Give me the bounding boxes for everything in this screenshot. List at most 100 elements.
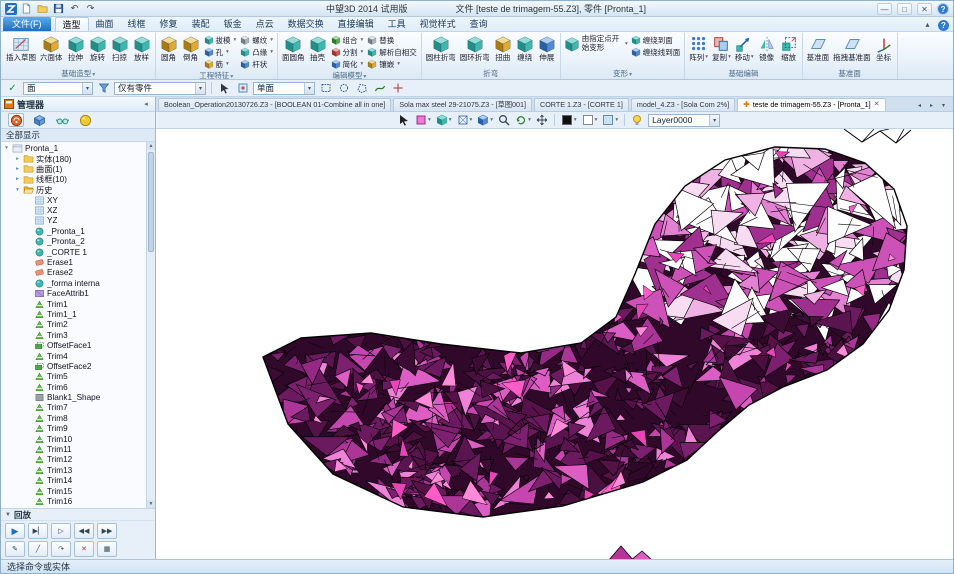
tab-list-icon[interactable]: ▾ (938, 100, 949, 111)
ribbon-small-button[interactable]: 简化▾ (329, 58, 366, 70)
viewport-canvas[interactable] (156, 129, 953, 559)
rewind-button[interactable]: ◀◀ (74, 523, 94, 539)
scope-filter-combo[interactable]: 仅有零件 ▾ (114, 82, 206, 95)
ribbon-small-button[interactable]: 筋▾ (202, 58, 239, 70)
ribbon-button[interactable]: 倒角 (180, 33, 202, 63)
ribbon-button[interactable]: 基准面 (805, 33, 832, 63)
doc-tab[interactable]: Sola max steel 29-21075.Z3 - [草图001] (393, 98, 532, 111)
tree-item[interactable]: Trim10 (2, 434, 145, 444)
sole-mesh-model[interactable] (259, 129, 925, 521)
minimize-button[interactable]: — (877, 3, 892, 15)
tree-item[interactable]: Trim1 (2, 299, 145, 309)
face-color-icon[interactable]: ▾ (580, 113, 600, 127)
ribbon-small-button[interactable]: 杆状 (238, 58, 275, 70)
expander-icon[interactable]: ▸ (14, 156, 21, 162)
ribbon-button[interactable]: 由指定点开始变形▾ (563, 33, 629, 54)
ribbon-small-button[interactable]: 分割▾ (329, 46, 366, 58)
doc-tab[interactable]: ✚teste de trimagem-55.Z3 - [Pronta_1]✕ (737, 98, 885, 111)
tree-item[interactable]: _CORTE 1 (2, 247, 145, 257)
circle-pick-icon[interactable] (336, 81, 351, 95)
ribbon-small-button[interactable]: 镶嵌▾ (365, 58, 419, 70)
ribbon-button[interactable]: 旋转 (87, 33, 109, 63)
menu-tab[interactable]: 点云 (249, 17, 281, 31)
select-arrow-icon[interactable] (396, 113, 412, 127)
pick-last-icon[interactable] (235, 81, 250, 95)
polygon-pick-icon[interactable] (354, 81, 369, 95)
ribbon-button[interactable]: 拉伸 (65, 33, 87, 63)
menu-tab[interactable]: 线框 (121, 17, 153, 31)
expander-icon[interactable]: ▸ (14, 176, 21, 182)
rotate-view-icon[interactable]: ▾ (513, 113, 533, 127)
tree-item[interactable]: Trim14 (2, 476, 145, 486)
tree-item[interactable]: Trim9 (2, 424, 145, 434)
edge-color-icon[interactable]: ▾ (559, 113, 579, 127)
menu-tab[interactable]: 工具 (381, 17, 413, 31)
tree-item[interactable]: Trim15 (2, 486, 145, 496)
help-button[interactable]: ? (937, 3, 949, 15)
maximize-button[interactable]: □ (897, 3, 912, 15)
tree-item[interactable]: Erase2 (2, 268, 145, 278)
tree-item[interactable]: Trim1_1 (2, 309, 145, 319)
visibility-manager-tab[interactable] (54, 113, 70, 127)
expander-icon[interactable]: ▾ (3, 145, 10, 151)
ribbon-button[interactable]: 移动▾ (733, 33, 756, 63)
view-orientation-icon[interactable]: ▾ (475, 113, 495, 127)
tree-item[interactable]: ▾历史 (2, 185, 145, 195)
window-pick-icon[interactable] (318, 81, 333, 95)
tab-scroll-left-icon[interactable]: ◂ (914, 100, 925, 111)
menu-tab[interactable]: 装配 (185, 17, 217, 31)
tree-item[interactable]: ▸实体(180) (2, 153, 145, 163)
ribbon-small-button[interactable]: 孔▾ (202, 46, 239, 58)
ribbon-small-button[interactable]: 螺纹▾ (238, 34, 275, 46)
background-color-icon[interactable]: ▾ (600, 113, 620, 127)
scroll-down-icon[interactable]: ▼ (147, 500, 155, 508)
confirm-icon[interactable]: ✓ (5, 81, 20, 95)
menu-tab[interactable]: 数据交换 (281, 17, 331, 31)
ribbon-button[interactable]: 缩放 (778, 33, 800, 63)
ribbon-small-button[interactable]: 替换 (365, 34, 419, 46)
close-button[interactable]: ✕ (917, 3, 932, 15)
ribbon-small-button[interactable]: 缠绕到面 (629, 34, 683, 46)
forward-button[interactable]: ▶▶ (97, 523, 117, 539)
layer-bulb-icon[interactable] (629, 113, 645, 127)
history-manager-tab[interactable] (8, 113, 24, 127)
play-to-button[interactable]: ▶▏ (28, 523, 48, 539)
close-tab-icon[interactable]: ✕ (874, 99, 880, 111)
redo-icon[interactable]: ↷ (84, 3, 97, 15)
ribbon-button[interactable]: 插入草图 (4, 33, 38, 63)
tree-item[interactable]: OffsetFace2 (2, 361, 145, 371)
app-logo-icon[interactable] (5, 3, 17, 15)
zoom-fit-icon[interactable] (496, 113, 512, 127)
doc-tab[interactable]: CORTE 1.Z3 - [CORTE 1] (534, 98, 629, 111)
assembly-manager-tab[interactable] (31, 113, 47, 127)
suppress-button[interactable]: ╱ (28, 541, 48, 557)
doc-tab[interactable]: model_4.Z3 - [Sola Com 2%] (631, 98, 735, 111)
menu-tab[interactable]: 直接编辑 (331, 17, 381, 31)
pick-mode-combo[interactable]: 单面 ▾ (253, 82, 315, 95)
tree-item[interactable]: Trim11 (2, 444, 145, 454)
layer-manager-tab[interactable] (77, 113, 93, 127)
playback-header[interactable]: ▼ 回放 (1, 509, 155, 521)
ribbon-button[interactable]: 圆柱折弯 (424, 33, 458, 63)
collapse-ribbon-icon[interactable]: ▴ (921, 19, 934, 31)
collapse-panel-icon[interactable]: ◂ (140, 100, 152, 108)
list-button[interactable]: ▦ (97, 541, 117, 557)
tree-item[interactable]: Trim2 (2, 320, 145, 330)
tree-item[interactable]: Trim13 (2, 465, 145, 475)
open-file-icon[interactable] (36, 3, 49, 15)
tree-item[interactable]: XZ (2, 205, 145, 215)
undo-icon[interactable]: ↶ (68, 3, 81, 15)
ribbon-button[interactable]: 复制▾ (710, 33, 733, 63)
tree-item[interactable]: Trim3 (2, 330, 145, 340)
tree-item[interactable]: _forma interna (2, 278, 145, 288)
tree-item[interactable]: ▸曲面(1) (2, 164, 145, 174)
tree-item[interactable]: OffsetFace1 (2, 340, 145, 350)
ribbon-button[interactable]: 圆角 (158, 33, 180, 63)
pan-view-icon[interactable] (534, 113, 550, 127)
ribbon-button[interactable]: 面圆角 (280, 33, 307, 63)
layer-combo[interactable]: Layer0000▾ (648, 114, 720, 127)
ribbon-button[interactable]: 放样 (131, 33, 153, 63)
tree-item[interactable]: _Pronta_2 (2, 237, 145, 247)
tree-item[interactable]: _Pronta_1 (2, 226, 145, 236)
ribbon-button[interactable]: 坐标 (873, 33, 895, 63)
